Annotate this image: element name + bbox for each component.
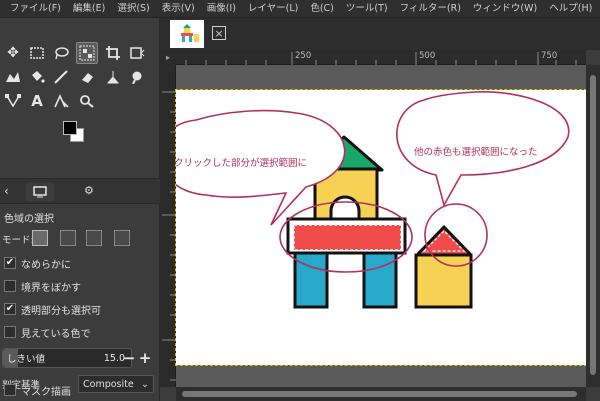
mode-replace-button[interactable] xyxy=(32,230,48,246)
zoom-tool-icon[interactable] xyxy=(76,90,98,112)
menu-filters[interactable]: フィルター(R) xyxy=(394,0,467,18)
antialias-option[interactable]: ✔ なめらかに xyxy=(4,255,71,271)
blue-pillar-right xyxy=(362,251,398,309)
mode-row: モード: xyxy=(0,228,160,248)
paths-tool-icon[interactable] xyxy=(2,90,24,112)
drawing-layer[interactable] xyxy=(176,65,586,387)
menu-layer[interactable]: レイヤー(L) xyxy=(242,0,304,18)
eraser-tool-icon[interactable] xyxy=(76,66,98,88)
ruler-corner[interactable]: ▸ xyxy=(160,50,176,65)
transparent-option[interactable]: ✔ 透明部分も選択可 xyxy=(4,301,101,317)
chevron-left-icon[interactable]: ‹ xyxy=(4,184,9,198)
menu-tools[interactable]: ツール(T) xyxy=(340,0,394,18)
rect-select-tool-icon[interactable] xyxy=(26,42,48,64)
vertical-scrollbar[interactable] xyxy=(586,65,600,387)
bucket-fill-tool-icon[interactable] xyxy=(26,66,48,88)
menu-edit[interactable]: 編集(E) xyxy=(67,0,111,18)
fuzzy-select-tool-icon[interactable] xyxy=(50,90,72,112)
horizontal-ruler[interactable]: 250 500 750 xyxy=(176,50,586,65)
selected-red-area xyxy=(293,224,402,251)
horizontal-scroll-thumb[interactable] xyxy=(182,391,577,397)
crop-tool-icon[interactable] xyxy=(102,42,124,64)
vertical-ruler[interactable] xyxy=(160,65,176,387)
sample-merged-checkbox[interactable] xyxy=(4,326,16,338)
tv-icon xyxy=(33,186,47,198)
image-tab-thumbnail[interactable] xyxy=(170,20,204,48)
threshold-increase-button[interactable]: + xyxy=(138,348,152,368)
tool-options-title: 色域の選択 xyxy=(4,214,54,225)
criterion-select[interactable]: Composite ⌄ xyxy=(78,375,154,393)
menu-select[interactable]: 選択(S) xyxy=(111,0,155,18)
warp-tool-icon[interactable] xyxy=(2,66,24,88)
image-thumbnail xyxy=(181,24,199,42)
ruler-left-ticks xyxy=(162,91,176,381)
lasso-tool-icon[interactable] xyxy=(50,42,72,64)
threshold-decrease-button[interactable]: − xyxy=(122,348,136,368)
menu-file[interactable]: ファイル(F) xyxy=(4,0,67,18)
paintbrush-tool-icon[interactable] xyxy=(50,66,72,88)
sample-merged-option[interactable]: 見えている色で xyxy=(4,324,91,340)
draw-mask-option[interactable]: マスク描画 xyxy=(4,382,71,398)
menu-image[interactable]: 画像(I) xyxy=(201,0,242,18)
select-by-color-tool-icon[interactable] xyxy=(76,42,98,64)
mode-intersect-button[interactable] xyxy=(114,230,130,246)
mode-label: モード: xyxy=(2,235,34,246)
menu-windows[interactable]: ウィンドウ(W) xyxy=(467,0,543,18)
transform-tool-icon[interactable] xyxy=(126,42,148,64)
menu-bar: ファイル(F) 編集(E) 選択(S) 表示(V) 画像(I) レイヤー(L) … xyxy=(0,0,600,18)
canvas-viewport[interactable]: クリックした部分が選択範囲に 他の赤色も選択範囲になった xyxy=(174,65,587,387)
draw-mask-checkbox[interactable] xyxy=(4,384,16,396)
move-tool-icon[interactable]: ✥ xyxy=(2,42,24,64)
tab-tool-options[interactable] xyxy=(26,183,54,201)
chevron-down-icon: ⌄ xyxy=(141,378,149,390)
color-swatches[interactable] xyxy=(62,120,86,146)
transparent-checkbox[interactable]: ✔ xyxy=(4,303,16,315)
foreground-color-swatch[interactable] xyxy=(63,121,77,135)
ruler-ticks xyxy=(185,52,577,65)
mode-subtract-button[interactable] xyxy=(86,230,102,246)
clone-tool-icon[interactable] xyxy=(102,66,124,88)
smudge-tool-icon[interactable] xyxy=(126,66,148,88)
horizontal-scrollbar[interactable] xyxy=(176,387,586,401)
vertical-scroll-thumb[interactable] xyxy=(590,75,596,375)
dock-tabs: ‹ ⚙ xyxy=(0,178,160,204)
toolbox-panel: ✥ A ‹ ⚙ 色域の選択 モード: ✔ なめらかに 境界をぼかす ✔ 透明部分… xyxy=(0,18,160,401)
feather-option[interactable]: 境界をぼかす xyxy=(4,278,81,294)
menu-color[interactable]: 色(C) xyxy=(304,0,340,18)
tab-device-status[interactable]: ⚙ xyxy=(84,184,94,197)
arch-window xyxy=(329,195,361,223)
threshold-label: しきい値 xyxy=(7,354,46,365)
annotation-right-text: 他の赤色も選択範囲になった xyxy=(414,147,538,158)
mode-add-button[interactable] xyxy=(60,230,76,246)
ruler-label-250: 250 xyxy=(295,51,312,61)
menu-help[interactable]: ヘルプ(H) xyxy=(543,0,598,18)
close-image-icon[interactable]: × xyxy=(212,26,226,40)
menu-view[interactable]: 表示(V) xyxy=(156,0,201,18)
antialias-checkbox[interactable]: ✔ xyxy=(4,257,16,269)
ruler-label-500: 500 xyxy=(419,51,436,61)
threshold-slider[interactable]: しきい値 15.0 xyxy=(2,348,132,368)
image-tabs-bar: × xyxy=(160,18,600,50)
feather-checkbox[interactable] xyxy=(4,280,16,292)
ruler-label-750: 750 xyxy=(541,51,558,61)
annotation-left-text: クリックした部分が選択範囲に xyxy=(174,158,308,169)
text-tool-icon[interactable]: A xyxy=(26,90,48,112)
paint-dynamics-icon: ⚙ xyxy=(84,184,94,197)
